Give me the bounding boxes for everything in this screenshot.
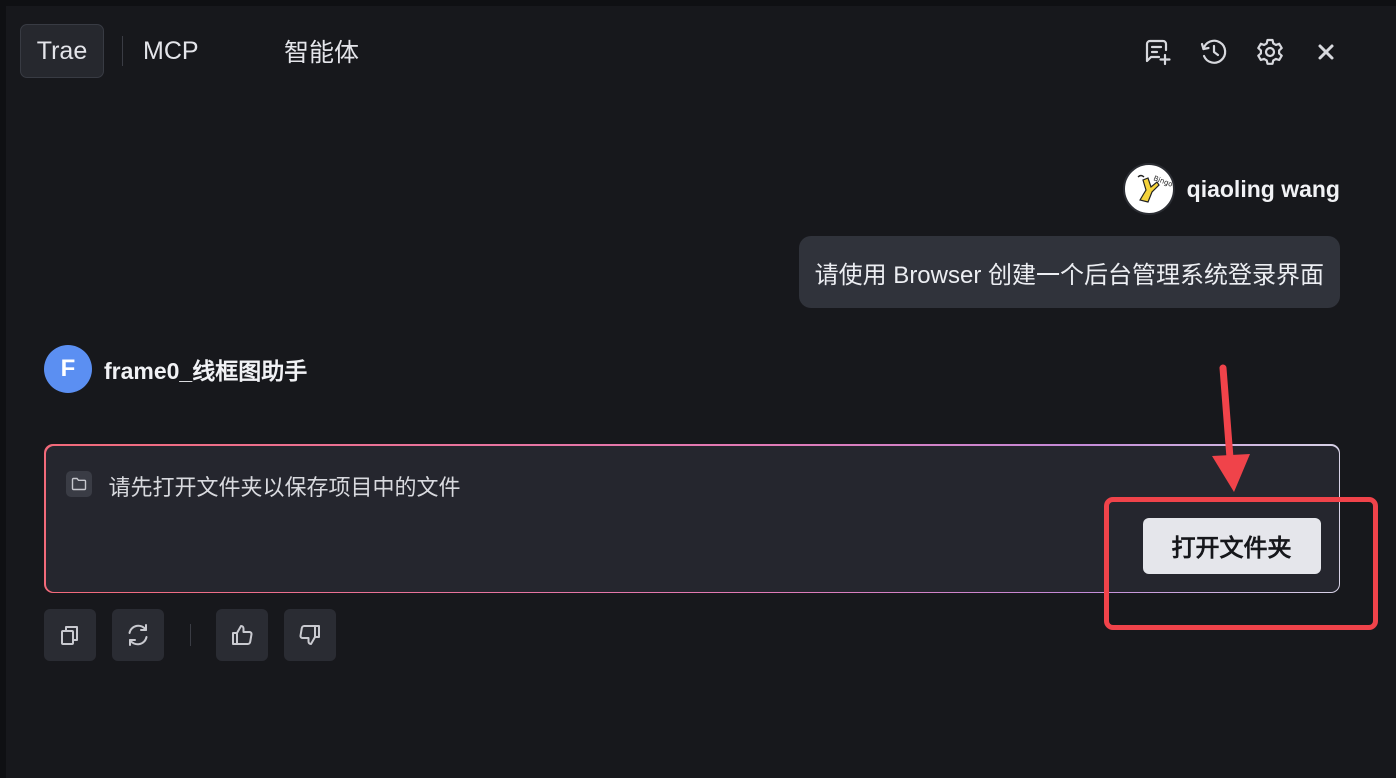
window-top-edge [0,0,1396,6]
copy-button[interactable] [44,609,96,661]
close-icon[interactable] [1308,34,1344,70]
folder-icon [65,470,92,497]
user-message-bubble: 请使用 Browser 创建一个后台管理系统登录界面 [798,236,1340,308]
thumbs-down-icon [299,624,320,645]
window-edge [0,0,6,778]
assistant-header: F frame0_线框图助手 [44,345,307,393]
thumbs-down-button[interactable] [284,609,336,661]
tab-agent[interactable]: 智能体 [284,24,374,78]
settings-icon[interactable] [1252,34,1288,70]
user-name: qiaoling wang [1186,175,1340,202]
actions-divider [190,624,191,646]
user-avatar: Bingo [1122,163,1175,215]
history-icon[interactable] [1196,34,1232,70]
annotation-arrow-icon [1206,364,1266,501]
tab-divider [122,36,123,66]
thumbs-up-icon [232,625,253,646]
header-actions [1120,34,1344,70]
chat-panel: Trae MCP 智能体 Bingo qiaoling wang 请使用 Bro… [0,0,1396,778]
copy-icon [61,626,78,645]
tab-mcp[interactable]: MCP [143,24,239,78]
regenerate-button[interactable] [112,609,164,661]
message-actions [44,609,352,661]
bingo-avatar-icon: Bingo [1126,167,1172,211]
thumbs-up-button[interactable] [216,609,268,661]
assistant-avatar: F [44,345,92,393]
annotation-highlight-box [1104,497,1378,630]
regenerate-icon [128,624,148,646]
tab-bar: Trae MCP 智能体 [20,24,374,78]
assistant-name: frame0_线框图助手 [104,358,308,384]
new-chat-icon[interactable] [1140,34,1176,70]
user-header: Bingo qiaoling wang [1122,163,1340,215]
tab-trae[interactable]: Trae [20,24,104,78]
folder-card-message: 请先打开文件夹以保存项目中的文件 [108,474,461,500]
